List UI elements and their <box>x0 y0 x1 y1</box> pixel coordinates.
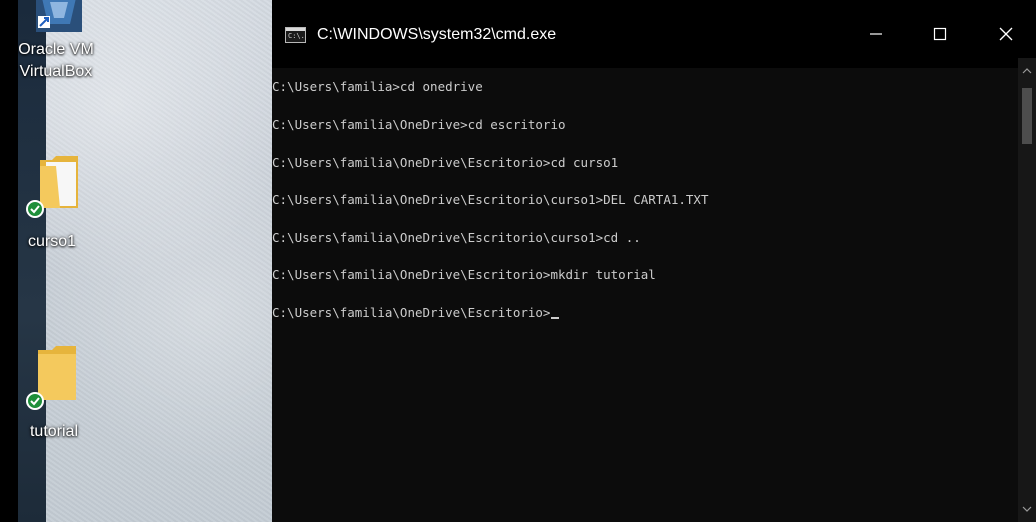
console-line: C:\Users\familia>cd onedrive <box>272 79 483 94</box>
desktop-icon-label: tutorial <box>29 423 79 440</box>
chevron-down-icon <box>1022 506 1032 512</box>
window-title: C:\WINDOWS\system32\cmd.exe <box>317 26 557 43</box>
desktop-icon-tutorial[interactable]: tutorial <box>8 344 100 444</box>
scroll-thumb[interactable] <box>1022 88 1032 144</box>
console-line: C:\Users\familia\OneDrive\Escritorio>mkd… <box>272 267 656 282</box>
console-line: C:\Users\familia\OneDrive\Escritorio\cur… <box>272 192 709 207</box>
chevron-up-icon <box>1022 68 1032 74</box>
console-prompt: C:\Users\familia\OneDrive\Escritorio> <box>272 305 551 320</box>
console-prompt-line: C:\Users\familia\OneDrive\Escritorio> <box>272 305 560 321</box>
desktop-icon-virtualbox[interactable]: Oracle VM VirtualBox <box>10 0 102 86</box>
desktop: Oracle VM VirtualBox curso1 tutorial <box>0 0 272 522</box>
text-cursor <box>551 317 560 319</box>
vertical-scrollbar[interactable] <box>1018 58 1036 522</box>
console-line: C:\Users\familia\OneDrive>cd escritorio <box>272 117 566 132</box>
desktop-icon-label: Oracle VM <box>18 41 94 58</box>
desktop-icon-label: VirtualBox <box>19 63 93 80</box>
scroll-down-button[interactable] <box>1018 500 1036 518</box>
cmd-app-icon-text: C:\. <box>288 32 305 40</box>
close-icon <box>999 27 1013 41</box>
console-line: C:\Users\familia\OneDrive\Escritorio>cd … <box>272 155 619 170</box>
console-output[interactable]: C:\Users\familia>cd onedrive C:\Users\fa… <box>272 68 1018 522</box>
scroll-up-button[interactable] <box>1018 62 1036 80</box>
folder-icon <box>40 156 78 208</box>
minimize-icon <box>870 33 882 35</box>
sync-status-icon <box>26 392 44 410</box>
maximize-icon <box>933 27 947 41</box>
virtualbox-icon <box>36 0 82 32</box>
close-button[interactable] <box>978 12 1034 56</box>
console-line: C:\Users\familia\OneDrive\Escritorio\cur… <box>272 230 641 245</box>
sync-status-icon <box>26 200 44 218</box>
titlebar[interactable]: C:\. C:\WINDOWS\system32\cmd.exe <box>272 0 1036 68</box>
maximize-button[interactable] <box>912 12 968 56</box>
cmd-window[interactable]: C:\. C:\WINDOWS\system32\cmd.exe C:\User… <box>272 0 1036 522</box>
desktop-icon-curso1[interactable]: curso1 <box>6 152 98 252</box>
cmd-app-icon[interactable]: C:\. <box>285 27 306 43</box>
desktop-icon-label: curso1 <box>27 233 77 250</box>
minimize-button[interactable] <box>848 12 904 56</box>
